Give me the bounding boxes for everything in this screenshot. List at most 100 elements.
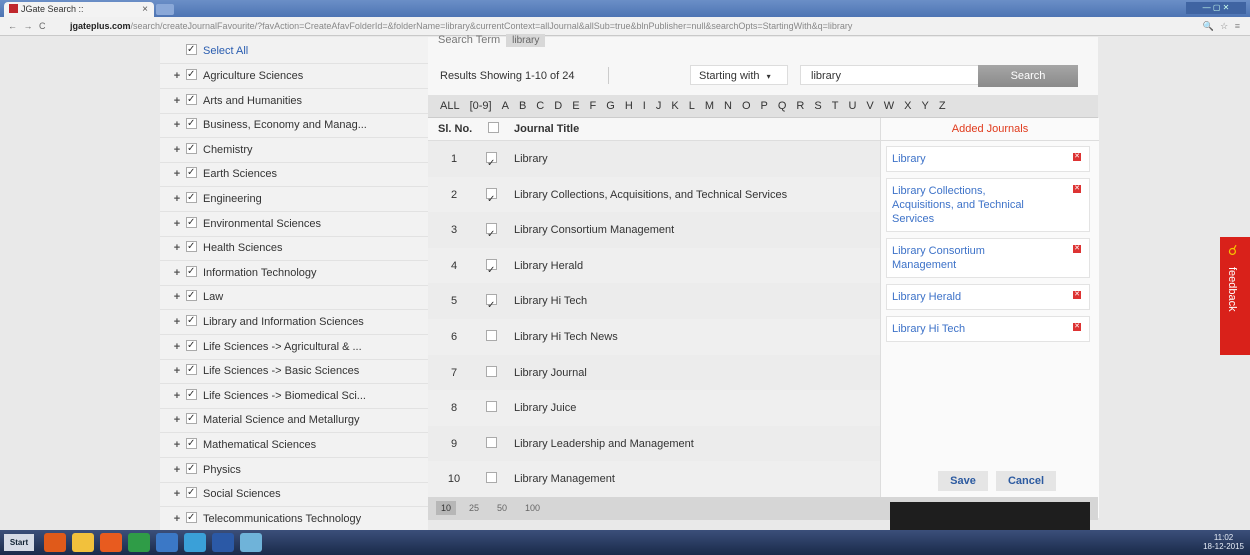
row-checkbox[interactable] xyxy=(486,390,497,426)
window-controls[interactable]: — ▢ ✕ xyxy=(1186,2,1246,14)
category-checkbox[interactable] xyxy=(186,88,197,112)
category-checkbox[interactable] xyxy=(186,481,197,505)
category-checkbox[interactable] xyxy=(186,63,197,87)
alphabet-letter[interactable]: K xyxy=(671,95,678,117)
expand-icon[interactable]: + xyxy=(172,89,182,113)
row-checkbox[interactable] xyxy=(486,212,497,253)
row-checkbox[interactable] xyxy=(486,426,497,462)
category-item[interactable]: + Material Science and Metallurgy xyxy=(160,407,428,434)
row-checkbox[interactable] xyxy=(486,248,497,289)
expand-icon[interactable]: + xyxy=(172,236,182,260)
alphabet-letter[interactable]: E xyxy=(572,95,579,117)
category-checkbox[interactable] xyxy=(186,358,197,382)
alphabet-letter[interactable]: X xyxy=(904,95,911,117)
alphabet-letter[interactable]: ALL xyxy=(440,95,460,117)
expand-icon[interactable]: + xyxy=(172,482,182,506)
category-label[interactable]: Library and Information Sciences xyxy=(203,316,364,328)
page-size-option[interactable]: 10 xyxy=(436,501,457,515)
expand-icon[interactable]: + xyxy=(172,64,182,88)
expand-icon[interactable]: + xyxy=(172,187,182,211)
category-label[interactable]: Material Science and Metallurgy xyxy=(203,414,360,426)
row-checkbox[interactable] xyxy=(486,177,497,218)
taskbar-folder-icon[interactable] xyxy=(72,533,94,552)
alphabet-letter[interactable]: N xyxy=(724,95,732,117)
category-item[interactable]: + Law xyxy=(160,284,428,311)
alphabet-letter[interactable]: R xyxy=(796,95,804,117)
journal-title[interactable]: Library Consortium Management xyxy=(514,212,674,248)
system-clock[interactable]: 11:02 18-12-2015 xyxy=(1203,533,1244,551)
expand-icon[interactable]: + xyxy=(172,507,182,530)
category-checkbox[interactable] xyxy=(186,235,197,259)
expand-icon[interactable]: + xyxy=(172,113,182,137)
alphabet-letter[interactable]: U xyxy=(848,95,856,117)
address-bar-icons[interactable]: 🔍 ☆ ≡ xyxy=(1202,17,1242,35)
expand-icon[interactable]: + xyxy=(172,261,182,285)
alphabet-letter[interactable]: B xyxy=(519,95,526,117)
alphabet-letter[interactable]: Q xyxy=(778,95,787,117)
category-checkbox[interactable] xyxy=(186,309,197,333)
category-checkbox[interactable] xyxy=(186,457,197,481)
journal-title[interactable]: Library Management xyxy=(514,461,615,497)
expand-icon[interactable]: + xyxy=(172,384,182,408)
category-label[interactable]: Social Sciences xyxy=(203,488,281,500)
category-label[interactable]: Mathematical Sciences xyxy=(203,439,316,451)
expand-icon[interactable]: + xyxy=(172,458,182,482)
save-button[interactable]: Save xyxy=(938,471,988,491)
category-item[interactable]: + Social Sciences xyxy=(160,481,428,508)
category-label[interactable]: Life Sciences -> Biomedical Sci... xyxy=(203,390,366,402)
address-bar[interactable]: ← → C jgateplus.com/search/createJournal… xyxy=(0,17,1250,36)
category-checkbox[interactable] xyxy=(186,407,197,431)
category-label[interactable]: Life Sciences -> Agricultural & ... xyxy=(203,341,362,353)
category-label[interactable]: Life Sciences -> Basic Sciences xyxy=(203,365,359,377)
alphabet-letter[interactable]: V xyxy=(866,95,873,117)
alphabet-letter[interactable]: J xyxy=(656,95,662,117)
category-checkbox[interactable] xyxy=(186,260,197,284)
category-label[interactable]: Physics xyxy=(203,464,241,476)
category-item[interactable]: + Earth Sciences xyxy=(160,161,428,188)
category-item[interactable]: + Environmental Sciences xyxy=(160,211,428,237)
remove-icon[interactable]: ✕ xyxy=(1073,245,1081,253)
category-item[interactable]: + Physics xyxy=(160,457,428,483)
category-item[interactable]: + Engineering xyxy=(160,186,428,212)
category-item[interactable]: + Life Sciences -> Basic Sciences xyxy=(160,358,428,385)
category-checkbox[interactable] xyxy=(186,186,197,210)
category-item[interactable]: + Information Technology xyxy=(160,260,428,286)
alphabet-letter[interactable]: D xyxy=(554,95,562,117)
category-label[interactable]: Chemistry xyxy=(203,144,253,156)
category-label[interactable]: Agriculture Sciences xyxy=(203,70,303,82)
alphabet-letter[interactable]: M xyxy=(705,95,714,117)
select-all-row[interactable]: Select All xyxy=(160,38,428,64)
alphabet-letter[interactable]: L xyxy=(689,95,695,117)
taskbar-firefox-icon[interactable] xyxy=(100,533,122,552)
category-label[interactable]: Telecommunications Technology xyxy=(203,513,361,525)
category-item[interactable]: + Chemistry xyxy=(160,137,428,163)
category-item[interactable]: + Mathematical Sciences xyxy=(160,432,428,458)
category-checkbox[interactable] xyxy=(186,211,197,235)
taskbar-app-icon-3[interactable] xyxy=(240,533,262,552)
category-checkbox[interactable] xyxy=(186,334,197,358)
alphabet-letter[interactable]: A xyxy=(502,95,509,117)
cancel-button[interactable]: Cancel xyxy=(996,471,1056,491)
search-mode-select[interactable]: Starting with ▾ xyxy=(690,65,788,85)
category-item[interactable]: + Arts and Humanities xyxy=(160,88,428,114)
row-checkbox[interactable] xyxy=(486,461,497,497)
nav-buttons[interactable]: ← → C xyxy=(8,17,48,35)
expand-icon[interactable]: + xyxy=(172,433,182,457)
journal-title[interactable]: Library Juice xyxy=(514,390,576,426)
category-label[interactable]: Health Sciences xyxy=(203,242,283,254)
alphabet-letter[interactable]: C xyxy=(536,95,544,117)
alphabet-letter[interactable]: F xyxy=(590,95,597,117)
expand-icon[interactable]: + xyxy=(172,408,182,432)
select-all-label[interactable]: Select All xyxy=(203,45,248,57)
category-label[interactable]: Arts and Humanities xyxy=(203,95,302,107)
category-item[interactable]: + Library and Information Sciences xyxy=(160,309,428,335)
category-checkbox[interactable] xyxy=(186,137,197,161)
feedback-tab[interactable]: ☌ feedback xyxy=(1220,237,1250,355)
journal-title[interactable]: Library Journal xyxy=(514,355,587,391)
page-size-option[interactable]: 100 xyxy=(520,501,545,515)
journal-title[interactable]: Library Leadership and Management xyxy=(514,426,694,462)
alphabet-letter[interactable]: P xyxy=(761,95,768,117)
expand-icon[interactable]: + xyxy=(172,162,182,186)
added-journal-title[interactable]: Library xyxy=(892,152,1042,166)
journal-title[interactable]: Library Hi Tech News xyxy=(514,319,618,355)
